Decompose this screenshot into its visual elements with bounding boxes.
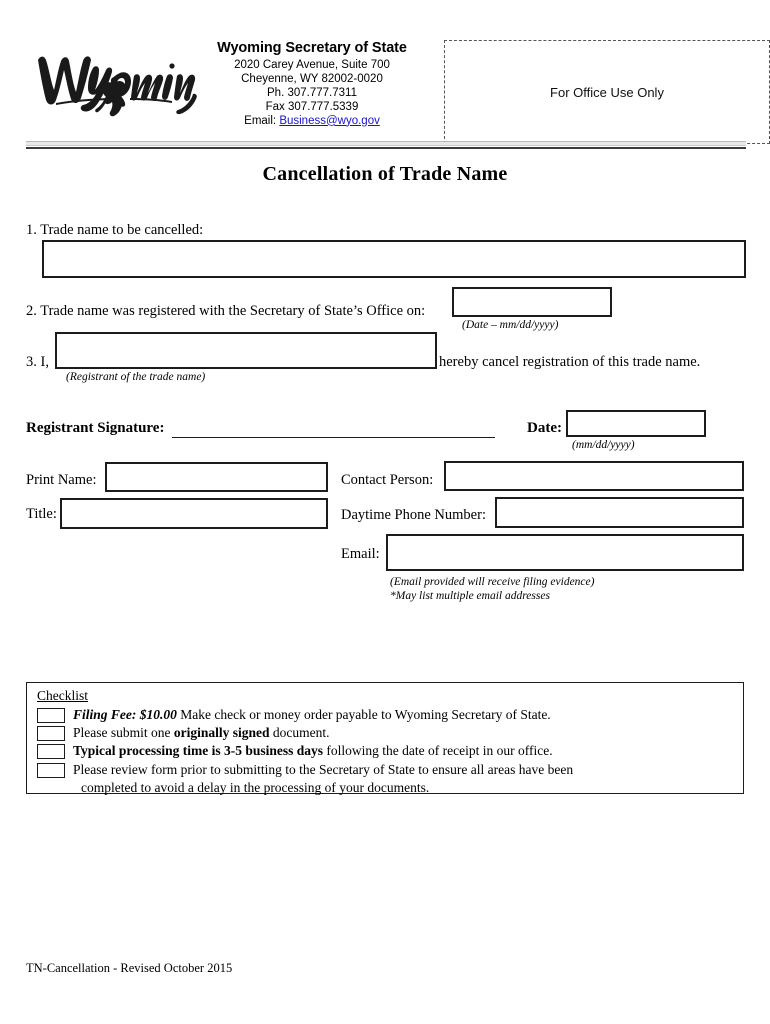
checklist-row: Typical processing time is 3-5 business … xyxy=(37,742,737,760)
checklist-text-segment: originally signed xyxy=(173,725,270,741)
checklist-checkbox[interactable] xyxy=(37,726,65,742)
email-input[interactable] xyxy=(386,534,744,571)
signature-date-input[interactable] xyxy=(566,410,706,437)
email-note-multiple-addresses: *May list multiple email addresses xyxy=(390,590,550,602)
header-divider-dark xyxy=(26,147,746,149)
for-office-use-only-box: For Office Use Only xyxy=(444,40,770,144)
email-label: Email: xyxy=(244,114,277,127)
agency-address-line-2: Cheyenne, WY 82002-0020 xyxy=(241,72,383,85)
checklist-text-segment: Please review form prior to submitting t… xyxy=(73,761,574,777)
checklist-text-segment: completed to avoid a delay in the proces… xyxy=(81,779,430,795)
title-label: Title: xyxy=(26,506,57,522)
item-3-prefix: 3. I, xyxy=(26,354,49,370)
agency-address-block: Wyoming Secretary of State 2020 Carey Av… xyxy=(198,40,426,128)
item-3-suffix: hereby cancel registration of this trade… xyxy=(439,354,701,370)
trade-name-input[interactable] xyxy=(42,240,746,278)
checklist-text-segment: Please submit one xyxy=(73,725,174,741)
daytime-phone-input[interactable] xyxy=(495,497,744,528)
checklist-row-text: Typical processing time is 3-5 business … xyxy=(65,742,553,760)
item-1-label: 1. Trade name to be cancelled: xyxy=(26,222,204,238)
registration-date-caption: (Date – mm/dd/yyyy) xyxy=(462,319,559,331)
item-2-label: 2. Trade name was registered with the Se… xyxy=(26,303,426,319)
agency-name: Wyoming Secretary of State xyxy=(217,40,407,56)
registrant-signature-line[interactable] xyxy=(172,437,495,438)
contact-person-input[interactable] xyxy=(444,461,744,491)
checklist-row-text: Please submit one originally signed docu… xyxy=(65,724,330,742)
registration-date-input[interactable] xyxy=(452,287,612,317)
checklist-text-segment: Typical processing time is 3-5 business … xyxy=(73,743,324,759)
agency-email-link[interactable]: Business@wyo.gov xyxy=(279,115,380,127)
checklist-checkbox[interactable] xyxy=(37,762,65,778)
print-name-input[interactable] xyxy=(105,462,328,492)
header-divider-light xyxy=(26,141,746,146)
print-name-label: Print Name: xyxy=(26,472,97,488)
wyoming-logo-icon xyxy=(30,30,198,130)
email-field-label: Email: xyxy=(341,546,380,562)
checklist-row: Please submit one originally signed docu… xyxy=(37,724,737,742)
checklist-text-segment: following the date of receipt in our off… xyxy=(323,743,553,759)
agency-email-row: Email: Business@wyo.gov xyxy=(198,114,426,128)
page-title: Cancellation of Trade Name xyxy=(262,163,508,185)
registrant-signature-label: Registrant Signature: xyxy=(26,420,165,436)
form-footer: TN-Cancellation - Revised October 2015 xyxy=(26,961,233,975)
checklist-row: Filing Fee: $10.00 Make check or money o… xyxy=(37,706,737,724)
signature-date-caption: (mm/dd/yyyy) xyxy=(572,439,635,451)
checklist-text-segment: Make check or money order payable to Wyo… xyxy=(176,707,551,722)
for-office-use-only-label: For Office Use Only xyxy=(550,84,664,100)
contact-person-label: Contact Person: xyxy=(341,472,434,488)
checklist-rows: Filing Fee: $10.00 Make check or money o… xyxy=(37,706,737,797)
checklist-row-text: Please review form prior to submitting t… xyxy=(65,761,573,797)
checklist-heading: Checklist xyxy=(37,688,88,703)
daytime-phone-label: Daytime Phone Number: xyxy=(341,507,486,523)
checklist-text-segment: Filing Fee: $10.00 xyxy=(73,707,177,722)
checklist-box: Checklist Filing Fee: $10.00 Make check … xyxy=(26,682,744,797)
signature-date-label: Date: xyxy=(527,420,562,436)
registrant-name-caption: (Registrant of the trade name) xyxy=(66,371,206,383)
checklist-row-text: Filing Fee: $10.00 Make check or money o… xyxy=(65,706,551,724)
email-note-filing-evidence: (Email provided will receive filing evid… xyxy=(390,576,595,588)
checklist-checkbox[interactable] xyxy=(37,708,65,723)
checklist-text-segment: document. xyxy=(269,725,330,741)
form-page: Wyoming Secretary of State 2020 Carey Av… xyxy=(0,0,770,1024)
title-input[interactable] xyxy=(60,498,328,529)
page-header: Wyoming Secretary of State 2020 Carey Av… xyxy=(26,22,770,144)
agency-fax: Fax 307.777.5339 xyxy=(265,100,359,113)
agency-phone: Ph. 307.777.7311 xyxy=(267,86,357,99)
agency-address-line-1: 2020 Carey Avenue, Suite 700 xyxy=(234,58,390,71)
checklist-row: Please review form prior to submitting t… xyxy=(37,761,737,797)
checklist-checkbox[interactable] xyxy=(37,744,65,760)
registrant-name-input[interactable] xyxy=(55,332,437,369)
